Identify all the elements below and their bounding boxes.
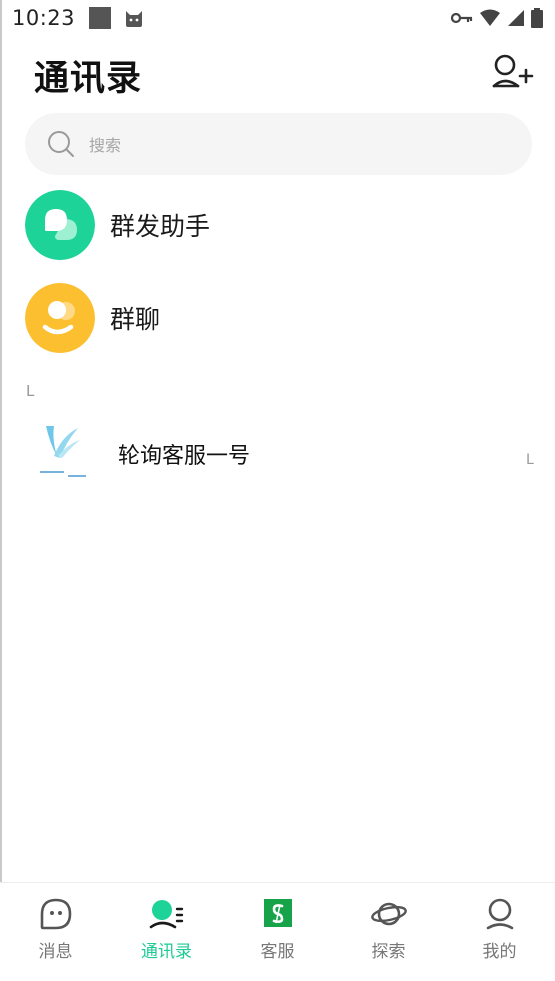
profile-icon bbox=[486, 898, 513, 930]
group-chat-label: 群聊 bbox=[110, 305, 161, 334]
cat-notification-icon bbox=[126, 11, 143, 27]
tab-customer-service[interactable]: 客服 bbox=[222, 883, 333, 981]
status-time: 10:23 bbox=[12, 6, 76, 30]
search-placeholder: 搜索 bbox=[89, 136, 122, 155]
tab-contacts-label: 通讯录 bbox=[141, 942, 192, 962]
tab-explore[interactable]: 探索 bbox=[333, 883, 444, 981]
message-icon bbox=[40, 898, 71, 930]
cellular-signal-icon bbox=[508, 10, 524, 26]
planet-icon bbox=[370, 902, 407, 926]
contact-avatar bbox=[30, 416, 100, 486]
tab-customer-service-label: 客服 bbox=[260, 942, 295, 962]
search-icon bbox=[48, 131, 74, 157]
section-header-L: L bbox=[26, 382, 35, 400]
index-bar-letter-L[interactable]: L bbox=[526, 452, 534, 468]
search-input[interactable]: 搜索 bbox=[25, 113, 532, 175]
add-contact-icon bbox=[492, 54, 534, 88]
broadcast-assistant-item[interactable]: 群发助手 bbox=[0, 185, 555, 265]
status-bar: 10:23 bbox=[0, 0, 555, 36]
customer-service-icon bbox=[263, 899, 292, 927]
add-contact-button[interactable] bbox=[490, 52, 534, 92]
contacts-icon bbox=[149, 900, 183, 929]
group-chat-icon bbox=[25, 283, 95, 353]
bottom-tab-bar: 消息 通讯录 客服 探索 我的 bbox=[0, 882, 555, 981]
vpn-key-icon bbox=[451, 12, 473, 24]
contact-item[interactable]: 轮询客服一号 bbox=[0, 410, 555, 496]
broadcast-assistant-label: 群发助手 bbox=[110, 212, 211, 241]
page-title: 通讯录 bbox=[34, 59, 143, 99]
header: 通讯录 bbox=[0, 44, 555, 106]
group-chat-item[interactable]: 群聊 bbox=[0, 278, 555, 358]
tab-profile[interactable]: 我的 bbox=[444, 883, 555, 981]
battery-icon bbox=[531, 8, 543, 28]
broadcast-assistant-icon bbox=[25, 190, 95, 260]
tab-explore-label: 探索 bbox=[371, 942, 406, 962]
wifi-icon bbox=[480, 9, 500, 26]
status-indicators bbox=[451, 8, 543, 28]
notification-square-icon bbox=[89, 7, 112, 29]
tab-messages[interactable]: 消息 bbox=[0, 883, 111, 981]
tab-profile-label: 我的 bbox=[482, 942, 517, 962]
tab-messages-label: 消息 bbox=[38, 942, 73, 962]
tab-contacts[interactable]: 通讯录 bbox=[111, 883, 222, 981]
contact-name: 轮询客服一号 bbox=[118, 444, 251, 469]
